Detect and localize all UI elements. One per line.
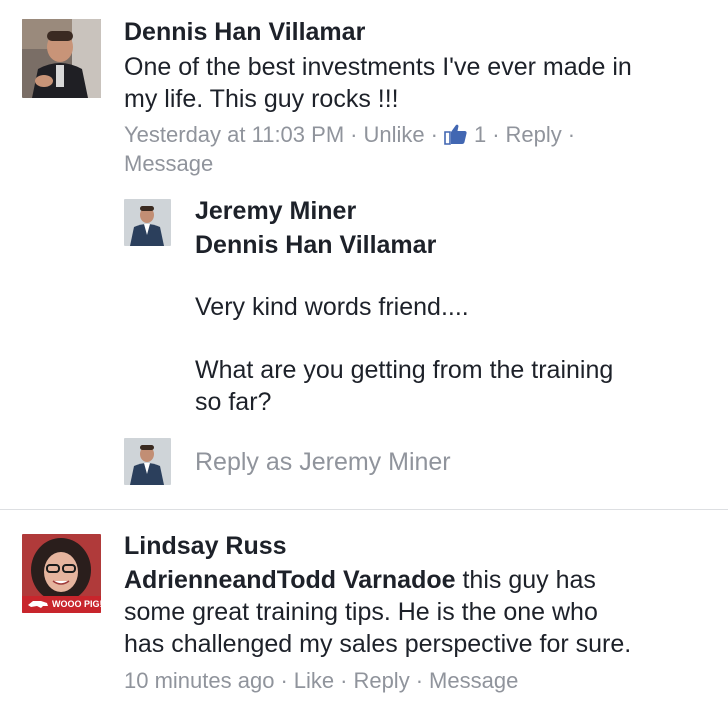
message-link[interactable]: Message: [124, 149, 213, 179]
separator-dot: ·: [492, 122, 500, 147]
comment-author[interactable]: Dennis Han Villamar: [124, 16, 365, 48]
comment-text-fragment: this guy has: [455, 566, 596, 594]
divider: [0, 509, 728, 510]
avatar-jeremy-reply-box: [124, 438, 171, 485]
separator-dot: ·: [415, 668, 424, 693]
timestamp[interactable]: 10 minutes ago: [124, 668, 274, 693]
person-photo-icon: [22, 19, 101, 98]
separator-dot: ·: [280, 668, 288, 693]
avatar-lindsay[interactable]: WOOO PIG!: [22, 534, 101, 613]
comment-text-line: some great training tips. He is the one …: [124, 598, 598, 626]
reply-link[interactable]: Reply: [353, 668, 409, 693]
comment-text-line: AdrienneandTodd Varnadoe this guy has: [124, 564, 724, 596]
tagged-user-link[interactable]: AdrienneandTodd Varnadoe: [124, 566, 456, 594]
person-photo-icon: [124, 438, 171, 485]
thumbs-up-icon[interactable]: [444, 123, 468, 153]
comment-text-line: has challenged my sales perspective for …: [124, 630, 632, 658]
like-count[interactable]: 1: [474, 122, 486, 147]
avatar-jeremy[interactable]: [124, 199, 171, 246]
timestamp[interactable]: Yesterday at 11:03 PM: [124, 122, 344, 147]
comment-meta: 10 minutes ago · Like · Reply · Message: [124, 666, 518, 696]
reply-paragraph: What are you getting from the training s…: [195, 354, 715, 418]
reply-text-line: What are you getting from the training: [195, 356, 614, 384]
separator-dot: ·: [430, 122, 438, 147]
unlike-link[interactable]: Unlike: [363, 122, 424, 147]
comment-text-line: One of the best investments I've ever ma…: [124, 53, 632, 81]
separator-dot: ·: [567, 122, 576, 147]
comment-text-line: my life. This guy rocks !!!: [124, 85, 399, 113]
message-link[interactable]: Message: [429, 668, 518, 693]
reply-tagged-name[interactable]: Dennis Han Villamar: [195, 229, 436, 261]
comment-author[interactable]: Lindsay Russ: [124, 530, 287, 562]
reply-paragraph: Very kind words friend....: [195, 293, 469, 321]
comment-text: One of the best investments I've ever ma…: [124, 51, 724, 115]
reply-input[interactable]: Reply as Jeremy Miner: [195, 444, 695, 480]
razorback-icon: [28, 601, 48, 608]
separator-dot: ·: [350, 122, 358, 147]
reply-text-line: so far?: [195, 388, 272, 416]
comment-text: AdrienneandTodd Varnadoe this guy has so…: [124, 564, 724, 660]
reply-author[interactable]: Jeremy Miner: [195, 195, 356, 227]
person-photo-icon: [124, 199, 171, 246]
avatar-badge-text: WOOO PIG!: [52, 599, 101, 609]
avatar-dennis[interactable]: [22, 19, 101, 98]
reply-link[interactable]: Reply: [506, 122, 562, 147]
separator-dot: ·: [340, 668, 348, 693]
like-link[interactable]: Like: [294, 668, 334, 693]
